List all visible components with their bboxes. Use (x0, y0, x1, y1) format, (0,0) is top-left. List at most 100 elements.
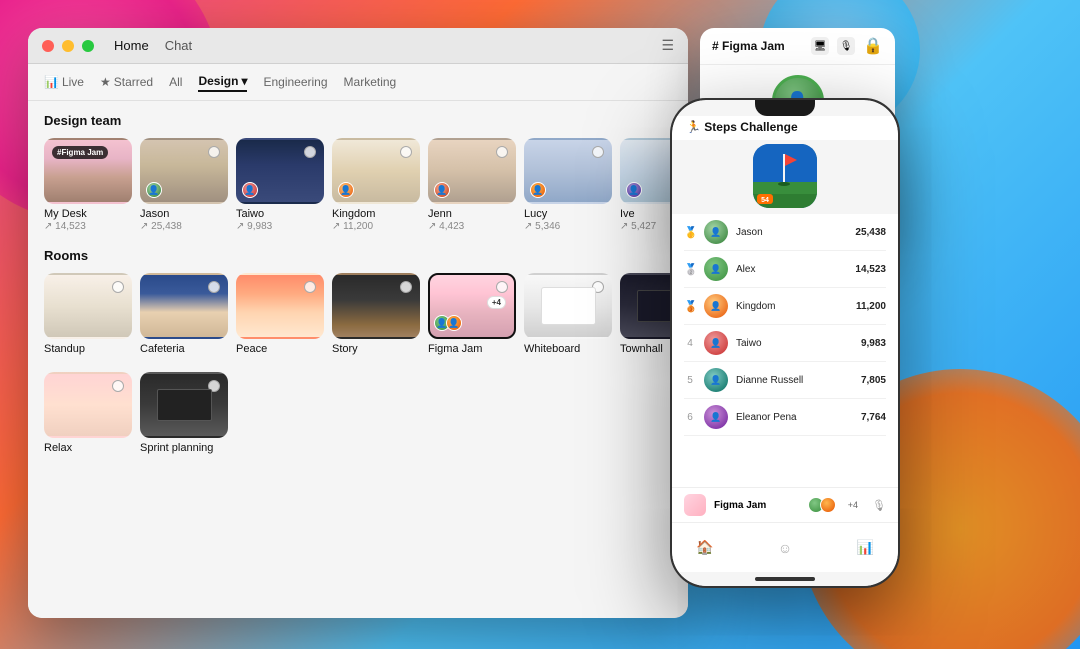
avatar-ive: 👤 (626, 182, 642, 198)
rank-4: 4 (684, 338, 696, 349)
rank-medal-3: 🥉 (684, 300, 696, 313)
card-count-kingdom: ↗ 11,200 (332, 221, 420, 232)
phone-bottom-bar (672, 572, 898, 586)
clock-figmajam (496, 281, 508, 293)
leaderboard-item-1: 🥇 👤 Jason 25,438 (684, 214, 886, 251)
clock-icon-taiwo (304, 146, 316, 158)
chevron-down-icon: ▾ (241, 74, 247, 88)
lb-avatar-kingdom: 👤 (704, 294, 728, 318)
lb-name-alex: Alex (736, 264, 847, 275)
lb-score-jason: 25,438 (855, 227, 886, 238)
tab-home[interactable]: Home (114, 38, 149, 53)
home-indicator (755, 577, 815, 581)
design-team-title: Design team (44, 113, 672, 128)
current-room-icon (684, 494, 706, 516)
card-jason[interactable]: 👤 Jason ↗ 25,438 (140, 138, 228, 232)
lb-score-kingdom: 11,200 (856, 301, 886, 312)
minimize-button[interactable] (62, 40, 74, 52)
lb-avatar-alex: 👤 (704, 257, 728, 281)
lb-name-dianne: Dianne Russell (736, 375, 853, 386)
card-whiteboard[interactable]: Whiteboard (524, 273, 612, 356)
mic-icon[interactable]: 🎙 (837, 37, 855, 55)
current-room-bar[interactable]: Figma Jam +4 🎙 (672, 487, 898, 522)
card-name-standup: Standup (44, 343, 132, 355)
card-relax[interactable]: Relax (44, 372, 132, 455)
card-count-jason: ↗ 25,438 (140, 221, 228, 232)
card-name-jenn: Jenn (428, 208, 516, 220)
nav-tab-all[interactable]: All (169, 73, 182, 91)
lb-score-dianne: 7,805 (861, 375, 886, 386)
footer-stats[interactable]: 📊 (857, 539, 874, 556)
main-container: Home Chat ☰ 📊 Live ★ Starred All Design … (0, 0, 1080, 649)
card-name-sprint: Sprint planning (140, 442, 228, 454)
close-button[interactable] (42, 40, 54, 52)
phone-screen: 🏃 Steps Challenge (672, 100, 898, 586)
clock-story (400, 281, 412, 293)
card-name-figmajam: Figma Jam (428, 343, 516, 355)
chat-header: # Figma Jam 🖥 🎙 🔒 (700, 28, 895, 65)
footer-chat[interactable]: ☺ (778, 540, 792, 556)
card-standup[interactable]: Standup (44, 273, 132, 356)
nav-tab-live[interactable]: 📊 Live (44, 73, 84, 91)
star-icon: ★ (100, 75, 111, 89)
figmajam-badge: #Figma Jam (52, 146, 108, 159)
room-dot-2 (820, 497, 836, 513)
avatar-jason: 👤 (146, 182, 162, 198)
tab-chat[interactable]: Chat (165, 38, 192, 53)
clock-peace (304, 281, 316, 293)
card-lucy[interactable]: 👤 Lucy ↗ 5,346 (524, 138, 612, 232)
lb-score-taiwo: 9,983 (861, 338, 886, 349)
clock-relax (112, 380, 124, 392)
design-team-cards: #Figma Jam My Desk ↗ 14,523 👤 (44, 138, 672, 232)
lb-avatar-taiwo: 👤 (704, 331, 728, 355)
lb-score-eleanor: 7,764 (861, 412, 886, 423)
phone-app-title: 🏃 Steps Challenge (672, 116, 898, 140)
card-story[interactable]: Story (332, 273, 420, 356)
hamburger-menu[interactable]: ☰ (661, 37, 674, 54)
card-name-kingdom: Kingdom (332, 208, 420, 220)
card-name-lucy: Lucy (524, 208, 612, 220)
app-icon: 54 (753, 144, 817, 208)
nav-tab-engineering[interactable]: Engineering (263, 73, 327, 91)
lb-avatar-jason: 👤 (704, 220, 728, 244)
nav-tab-starred[interactable]: ★ Starred (100, 73, 153, 91)
lb-avatar-dianne: 👤 (704, 368, 728, 392)
phone-notch (755, 100, 815, 116)
nav-tab-design[interactable]: Design ▾ (198, 72, 247, 92)
card-my-desk[interactable]: #Figma Jam My Desk ↗ 14,523 (44, 138, 132, 232)
clock-icon-jason (208, 146, 220, 158)
leaderboard-item-4: 4 👤 Taiwo 9,983 (684, 325, 886, 362)
mac-titlebar: Home Chat ☰ (28, 28, 688, 64)
card-name-relax: Relax (44, 442, 132, 454)
card-figma-jam[interactable]: 👤 👤 +4 Figma Jam (428, 273, 516, 356)
avatar-fj2: 👤 (446, 315, 462, 331)
leaderboard-item-2: 🥈 👤 Alex 14,523 (684, 251, 886, 288)
nav-tabs: 📊 Live ★ Starred All Design ▾ Engineerin… (28, 64, 688, 101)
rooms-cards-row1: Standup Cafeteria Peace (44, 273, 672, 356)
rooms-title: Rooms (44, 248, 672, 263)
nav-tab-marketing[interactable]: Marketing (344, 73, 397, 91)
card-jenn[interactable]: 👤 Jenn ↗ 4,423 (428, 138, 516, 232)
maximize-button[interactable] (82, 40, 94, 52)
card-peace[interactable]: Peace (236, 273, 324, 356)
mic-small-icon[interactable]: 🎙 (872, 499, 886, 512)
rank-medal-1: 🥇 (684, 226, 696, 239)
card-name-peace: Peace (236, 343, 324, 355)
current-room-name: Figma Jam (714, 500, 800, 511)
card-taiwo[interactable]: 👤 Taiwo ↗ 9,983 (236, 138, 324, 232)
plus-count-badge: +4 (487, 296, 506, 309)
card-sprint[interactable]: Sprint planning (140, 372, 228, 455)
rank-6: 6 (684, 412, 696, 423)
card-name-taiwo: Taiwo (236, 208, 324, 220)
lb-name-kingdom: Kingdom (736, 301, 848, 312)
leaderboard-item-5: 5 👤 Dianne Russell 7,805 (684, 362, 886, 399)
lb-score-alex: 14,523 (855, 264, 886, 275)
footer-home[interactable]: 🏠 (696, 539, 713, 556)
lock-icon: 🔒 (863, 36, 883, 56)
phone-footer: 🏠 ☺ 📊 (672, 522, 898, 572)
screen-share-icon[interactable]: 🖥 (811, 37, 829, 55)
stats-icon: 📊 (857, 539, 874, 556)
right-panel: # Figma Jam 🖥 🎙 🔒 👤 Alex (700, 28, 1052, 248)
card-cafeteria[interactable]: Cafeteria (140, 273, 228, 356)
card-kingdom[interactable]: 👤 Kingdom ↗ 11,200 (332, 138, 420, 232)
